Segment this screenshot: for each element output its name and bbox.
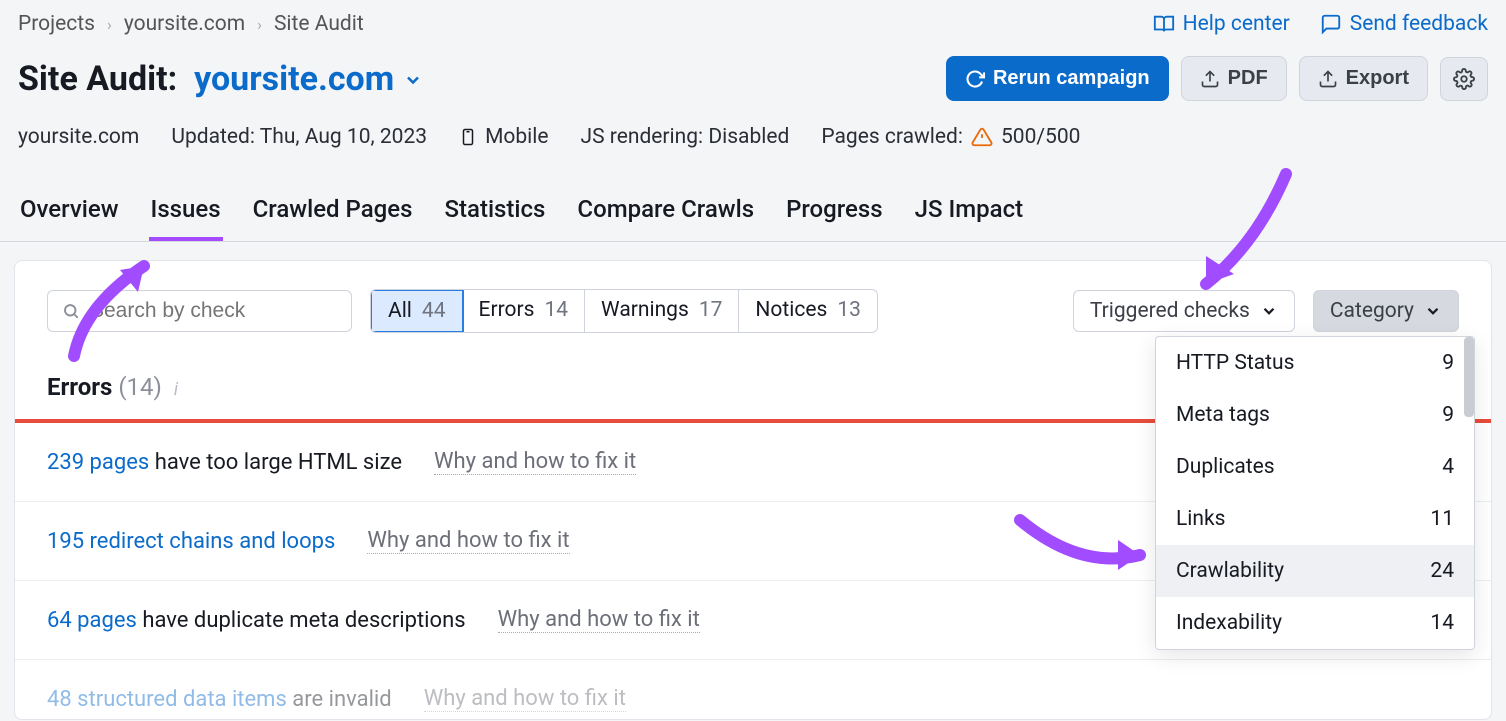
tab-compare-crawls[interactable]: Compare Crawls: [575, 195, 756, 241]
issue-link[interactable]: 48 structured data items: [47, 687, 287, 712]
title-domain-dropdown[interactable]: yoursite.com: [194, 59, 394, 99]
chevron-right-icon: ›: [257, 15, 262, 34]
category-crawlability[interactable]: Crawlability24: [1156, 545, 1474, 597]
meta-pages-crawled: Pages crawled: 500/500: [821, 125, 1080, 149]
issue-link[interactable]: 64 pages: [47, 608, 137, 633]
fix-link[interactable]: Why and how to fix it: [424, 686, 626, 712]
fix-link[interactable]: Why and how to fix it: [498, 607, 700, 633]
breadcrumb: Projects › yoursite.com › Site Audit: [18, 12, 364, 36]
issue-link[interactable]: 195 redirect chains and loops: [47, 529, 335, 554]
meta-device: Mobile: [459, 125, 548, 149]
search-icon: [62, 301, 80, 321]
category-duplicates[interactable]: Duplicates4: [1156, 441, 1474, 493]
warning-triangle-icon: [971, 126, 993, 148]
gear-icon: [1453, 68, 1475, 90]
filter-errors[interactable]: Errors14: [463, 290, 586, 332]
rerun-campaign-button[interactable]: Rerun campaign: [946, 56, 1169, 101]
search-input-wrapper[interactable]: [47, 290, 352, 332]
tab-statistics[interactable]: Statistics: [442, 195, 547, 241]
category-popover: HTTP Status9 Meta tags9 Duplicates4 Link…: [1155, 336, 1475, 650]
tab-crawled-pages[interactable]: Crawled Pages: [251, 195, 415, 241]
info-icon[interactable]: i: [174, 379, 178, 400]
chevron-down-icon: [1424, 302, 1442, 320]
page-title: Site Audit: yoursite.com: [18, 59, 423, 99]
search-input[interactable]: [90, 299, 337, 323]
help-center-link[interactable]: Help center: [1153, 12, 1290, 36]
triggered-checks-dropdown[interactable]: Triggered checks: [1073, 290, 1295, 332]
fix-link[interactable]: Why and how to fix it: [434, 449, 636, 475]
meta-updated: Updated: Thu, Aug 10, 2023: [171, 125, 427, 149]
nav-tabs: Overview Issues Crawled Pages Statistics…: [0, 149, 1506, 242]
mobile-icon: [459, 126, 477, 148]
chevron-down-icon[interactable]: [403, 59, 423, 99]
tab-overview[interactable]: Overview: [18, 195, 121, 241]
fix-link[interactable]: Why and how to fix it: [367, 528, 569, 554]
upload-icon: [1200, 69, 1220, 89]
scrollbar[interactable]: [1464, 337, 1474, 417]
issue-row: 48 structured data items are invalid Why…: [15, 660, 1491, 720]
category-dropdown[interactable]: Category: [1313, 290, 1459, 332]
category-links[interactable]: Links11: [1156, 493, 1474, 545]
pdf-button[interactable]: PDF: [1181, 56, 1287, 101]
upload-icon: [1318, 69, 1338, 89]
filter-all[interactable]: All44: [370, 289, 464, 333]
feedback-icon: [1320, 13, 1342, 35]
meta-js-rendering: JS rendering: Disabled: [581, 125, 790, 149]
meta-domain: yoursite.com: [18, 125, 139, 149]
book-open-icon: [1153, 13, 1175, 35]
refresh-icon: [965, 69, 985, 89]
tab-progress[interactable]: Progress: [784, 195, 885, 241]
settings-button[interactable]: [1440, 57, 1488, 101]
breadcrumb-site-audit[interactable]: Site Audit: [274, 12, 364, 36]
filter-warnings[interactable]: Warnings17: [585, 290, 739, 332]
tab-issues[interactable]: Issues: [149, 195, 223, 241]
export-button[interactable]: Export: [1299, 56, 1428, 101]
send-feedback-link[interactable]: Send feedback: [1320, 12, 1488, 36]
category-http-status[interactable]: HTTP Status9: [1156, 337, 1474, 389]
category-meta-tags[interactable]: Meta tags9: [1156, 389, 1474, 441]
category-indexability[interactable]: Indexability14: [1156, 597, 1474, 649]
chevron-down-icon: [1260, 302, 1278, 320]
breadcrumb-domain[interactable]: yoursite.com: [124, 12, 245, 36]
issue-type-filter: All44 Errors14 Warnings17 Notices13: [370, 289, 878, 333]
filter-notices[interactable]: Notices13: [739, 290, 877, 332]
breadcrumb-projects[interactable]: Projects: [18, 12, 95, 36]
chevron-right-icon: ›: [107, 15, 112, 34]
tab-js-impact[interactable]: JS Impact: [913, 195, 1025, 241]
issue-link[interactable]: 239 pages: [47, 450, 149, 475]
